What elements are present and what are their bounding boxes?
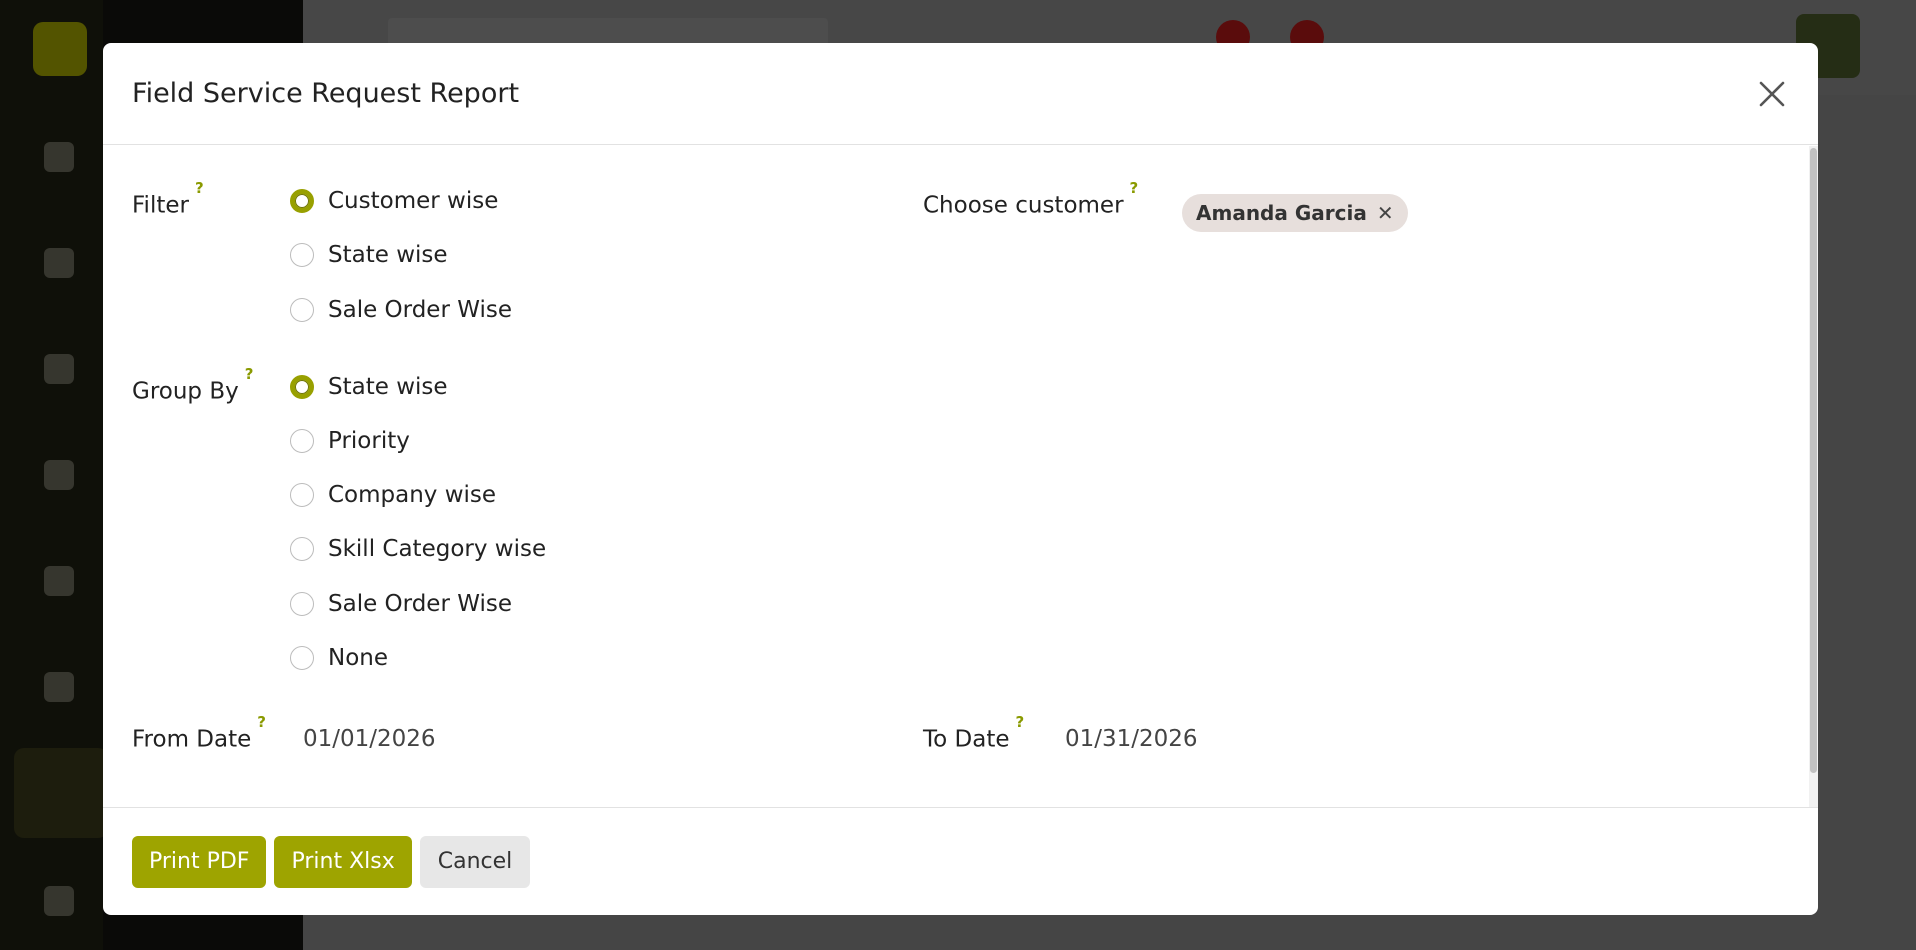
dialog-title: Field Service Request Report	[132, 78, 520, 109]
print-pdf-button[interactable]: Print PDF	[132, 835, 267, 888]
customer-tag-label: Amanda Garcia	[1196, 201, 1367, 225]
choose-customer-label-text: Choose customer	[923, 192, 1124, 219]
from-date-help-icon[interactable]: ?	[257, 713, 266, 731]
filter-option-sale-order-wise[interactable]: Sale Order Wise	[290, 295, 512, 325]
from-date-label: From Date?	[132, 713, 266, 753]
group-by-option-priority[interactable]: Priority	[290, 426, 410, 456]
to-date-label-text: To Date	[923, 726, 1010, 753]
radio-label: Priority	[328, 428, 410, 454]
filter-label: Filter?	[132, 179, 204, 219]
radio-label: Customer wise	[328, 188, 499, 214]
radio-button[interactable]	[290, 646, 314, 670]
radio-button[interactable]	[290, 189, 314, 213]
to-date-label: To Date?	[923, 713, 1024, 753]
from-date-field[interactable]: 01/01/2026	[303, 726, 436, 752]
group-by-option-skill-category-wise[interactable]: Skill Category wise	[290, 534, 546, 564]
radio-button[interactable]	[290, 298, 314, 322]
group-by-option-none[interactable]: None	[290, 643, 388, 673]
radio-label: Company wise	[328, 482, 497, 508]
radio-label: State wise	[328, 242, 448, 268]
filter-help-icon[interactable]: ?	[195, 179, 204, 197]
group-by-label: Group By?	[132, 365, 253, 405]
radio-button[interactable]	[290, 537, 314, 561]
dialog-header: Field Service Request Report	[103, 43, 1818, 145]
group-by-help-icon[interactable]: ?	[245, 365, 254, 383]
print-xlsx-button[interactable]: Print Xlsx	[274, 835, 412, 888]
choose-customer-label: Choose customer?	[923, 179, 1138, 219]
report-dialog: Field Service Request Report Filter? Cus…	[103, 43, 1818, 915]
close-button[interactable]	[1755, 77, 1789, 111]
radio-button[interactable]	[290, 592, 314, 616]
dialog-footer: Print PDF Print Xlsx Cancel	[103, 807, 1818, 915]
scrollbar-thumb[interactable]	[1810, 148, 1817, 773]
radio-label: State wise	[328, 374, 448, 400]
customer-help-icon[interactable]: ?	[1130, 179, 1139, 197]
filter-label-text: Filter	[132, 192, 189, 219]
radio-label: Sale Order Wise	[328, 591, 512, 617]
radio-button[interactable]	[290, 375, 314, 399]
filter-option-state-wise[interactable]: State wise	[290, 240, 448, 270]
group-by-option-company-wise[interactable]: Company wise	[290, 480, 496, 510]
dialog-body: Filter? Customer wise State wise Sale Or…	[103, 146, 1818, 808]
remove-tag-icon[interactable]: ✕	[1377, 201, 1394, 225]
to-date-help-icon[interactable]: ?	[1016, 713, 1025, 731]
radio-label: None	[328, 645, 389, 671]
close-icon	[1759, 81, 1785, 107]
cancel-button[interactable]: Cancel	[419, 835, 531, 888]
group-by-option-sale-order-wise[interactable]: Sale Order Wise	[290, 589, 512, 619]
radio-label: Sale Order Wise	[328, 297, 512, 323]
from-date-label-text: From Date	[132, 726, 252, 753]
radio-button[interactable]	[290, 243, 314, 267]
radio-button[interactable]	[290, 429, 314, 453]
group-by-option-state-wise[interactable]: State wise	[290, 372, 448, 402]
group-by-label-text: Group By	[132, 378, 239, 405]
customer-tag: Amanda Garcia ✕	[1182, 194, 1408, 232]
radio-button[interactable]	[290, 483, 314, 507]
to-date-field[interactable]: 01/31/2026	[1065, 726, 1198, 752]
scrollbar[interactable]	[1809, 146, 1818, 808]
filter-option-customer-wise[interactable]: Customer wise	[290, 186, 498, 216]
radio-label: Skill Category wise	[328, 536, 547, 562]
